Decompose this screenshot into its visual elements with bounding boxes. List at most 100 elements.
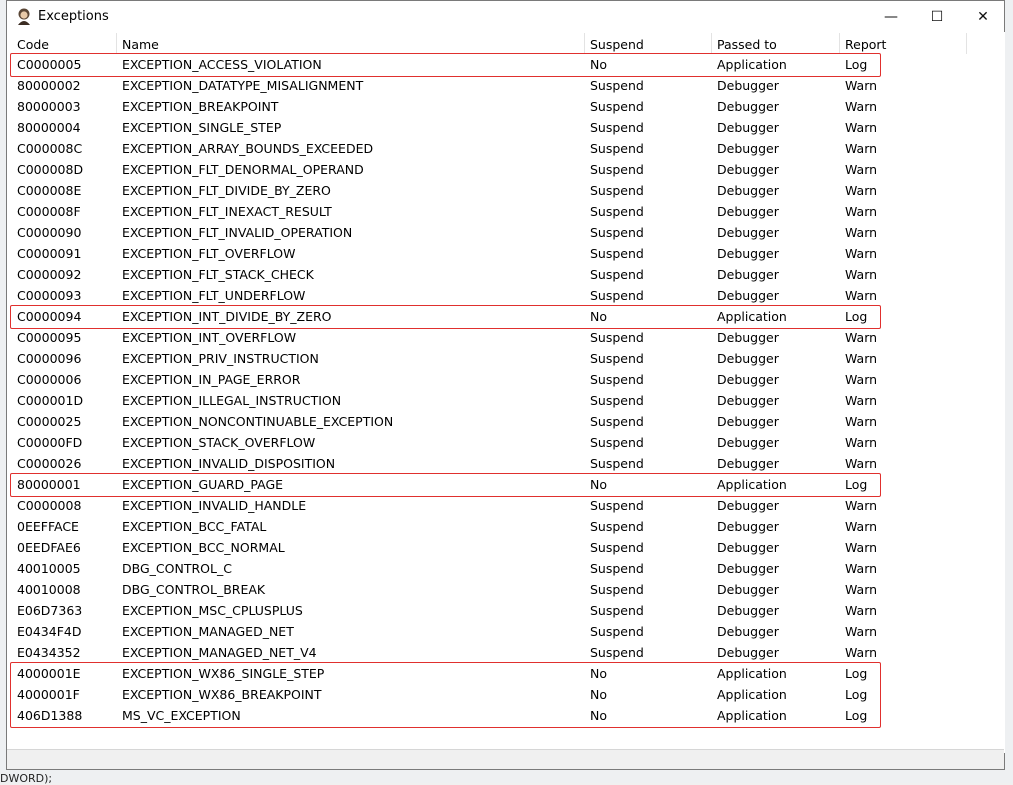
cell-name: EXCEPTION_BREAKPOINT [122, 99, 279, 114]
cell-passed-to: Debugger [717, 120, 779, 135]
cell-report: Warn [845, 78, 878, 93]
cell-suspend: Suspend [590, 645, 644, 660]
cell-code: C000008F [17, 204, 81, 219]
table-row[interactable]: 0EEDFAE6 EXCEPTION_BCC_NORMAL Suspend Debug… [12, 537, 1005, 558]
cell-name: EXCEPTION_FLT_OVERFLOW [122, 246, 296, 261]
cell-code: C0000093 [17, 288, 82, 303]
cell-passed-to: Debugger [717, 330, 779, 345]
cell-name: EXCEPTION_ACCESS_VIOLATION [122, 57, 322, 72]
table-row[interactable]: C0000092 EXCEPTION_FLT_STACK_CHECK Suspend… [12, 264, 1005, 285]
cell-name: EXCEPTION_INT_OVERFLOW [122, 330, 297, 345]
cell-code: 406D1388 [17, 708, 83, 723]
table-row[interactable]: 406D1388 MS_VC_EXCEPTION No Application Log [12, 705, 1005, 726]
cell-name: EXCEPTION_INVALID_HANDLE [122, 498, 307, 513]
exceptions-list[interactable]: Code Name Suspend Passed to Report C0000… [10, 32, 1005, 753]
cell-report: Warn [845, 582, 878, 597]
cell-suspend: Suspend [590, 540, 644, 555]
column-header-passed-to[interactable]: Passed to [712, 33, 840, 54]
cell-code: 40010008 [17, 582, 81, 597]
cell-report: Log [845, 708, 868, 723]
table-row[interactable]: 80000003 EXCEPTION_BREAKPOINT Suspend Debug… [12, 96, 1005, 117]
column-header-code[interactable]: Code [12, 33, 117, 54]
table-row[interactable]: C0000090 EXCEPTION_FLT_INVALID_OPERATION S… [12, 222, 1005, 243]
column-header-name[interactable]: Name [117, 33, 585, 54]
cell-code: C0000005 [17, 57, 82, 72]
cell-suspend: Suspend [590, 414, 644, 429]
cell-code: 80000002 [17, 78, 81, 93]
cell-report: Warn [845, 393, 878, 408]
cell-suspend: No [590, 687, 607, 702]
table-row[interactable]: C000008F EXCEPTION_FLT_INEXACT_RESULT Susp… [12, 201, 1005, 222]
cell-passed-to: Debugger [717, 351, 779, 366]
cell-suspend: Suspend [590, 288, 644, 303]
cell-suspend: No [590, 57, 607, 72]
title-bar[interactable]: Exceptions — ☐ ✕ [7, 1, 1004, 32]
cell-name: EXCEPTION_DATATYPE_MISALIGNMENT [122, 78, 364, 93]
cell-name: EXCEPTION_FLT_UNDERFLOW [122, 288, 306, 303]
close-icon: ✕ [977, 8, 989, 25]
cell-suspend: Suspend [590, 603, 644, 618]
table-row[interactable]: C0000005 EXCEPTION_ACCESS_VIOLATION No Appl… [12, 54, 1005, 75]
table-row[interactable]: C0000093 EXCEPTION_FLT_UNDERFLOW Suspend De… [12, 285, 1005, 306]
cell-passed-to: Application [717, 57, 787, 72]
cell-passed-to: Debugger [717, 183, 779, 198]
cell-passed-to: Debugger [717, 645, 779, 660]
cell-code: E0434F4D [17, 624, 82, 639]
cell-passed-to: Debugger [717, 519, 779, 534]
table-row[interactable]: 40010005 DBG_CONTROL_C Suspend Debugger Warn [12, 558, 1005, 579]
cell-report: Warn [845, 162, 878, 177]
table-row[interactable]: C0000091 EXCEPTION_FLT_OVERFLOW Suspend Deb… [12, 243, 1005, 264]
cell-code: 40010005 [17, 561, 81, 576]
cell-passed-to: Debugger [717, 246, 779, 261]
table-row[interactable]: C0000006 EXCEPTION_IN_PAGE_ERROR Suspend De… [12, 369, 1005, 390]
minimize-button[interactable]: — [868, 1, 914, 32]
table-row[interactable]: C0000094 EXCEPTION_INT_DIVIDE_BY_ZERO No Ap… [12, 306, 1005, 327]
table-row[interactable]: 80000001 EXCEPTION_GUARD_PAGE No Applicatio… [12, 474, 1005, 495]
column-header-suspend[interactable]: Suspend [585, 33, 712, 54]
table-row[interactable]: 4000001E EXCEPTION_WX86_SINGLE_STEP No Appl… [12, 663, 1005, 684]
cell-passed-to: Debugger [717, 414, 779, 429]
cell-suspend: Suspend [590, 561, 644, 576]
cell-name: EXCEPTION_FLT_DENORMAL_OPERAND [122, 162, 364, 177]
cell-suspend: Suspend [590, 225, 644, 240]
table-row[interactable]: C0000025 EXCEPTION_NONCONTINUABLE_EXCEPTI… [12, 411, 1005, 432]
table-row[interactable]: 80000004 EXCEPTION_SINGLE_STEP Suspend Debu… [12, 117, 1005, 138]
cell-name: EXCEPTION_IN_PAGE_ERROR [122, 372, 301, 387]
cell-name: DBG_CONTROL_C [122, 561, 232, 576]
table-row[interactable]: C000008D EXCEPTION_FLT_DENORMAL_OPERAND Su… [12, 159, 1005, 180]
cell-report: Warn [845, 204, 878, 219]
close-button[interactable]: ✕ [960, 1, 1006, 32]
cell-name: EXCEPTION_SINGLE_STEP [122, 120, 282, 135]
table-row[interactable]: E06D7363 EXCEPTION_MSC_CPLUSPLUS Suspend De… [12, 600, 1005, 621]
maximize-button[interactable]: ☐ [914, 1, 960, 32]
table-row[interactable]: C000008E EXCEPTION_FLT_DIVIDE_BY_ZERO Susp… [12, 180, 1005, 201]
cell-code: C0000096 [17, 351, 82, 366]
table-row[interactable]: C000001D EXCEPTION_ILLEGAL_INSTRUCTION Sus… [12, 390, 1005, 411]
table-row[interactable]: C00000FD EXCEPTION_STACK_OVERFLOW Suspend D… [12, 432, 1005, 453]
cell-code: 4000001E [17, 666, 81, 681]
cell-report: Warn [845, 351, 878, 366]
table-row[interactable]: C000008C EXCEPTION_ARRAY_BOUNDS_EXCEEDED S… [12, 138, 1005, 159]
cell-code: C000008E [17, 183, 82, 198]
cell-name: EXCEPTION_NONCONTINUABLE_EXCEPTION [122, 414, 394, 429]
cell-name: EXCEPTION_MANAGED_NET [122, 624, 294, 639]
table-row[interactable]: 0EEFFACE EXCEPTION_BCC_FATAL Suspend Debugg… [12, 516, 1005, 537]
cell-passed-to: Application [717, 666, 787, 681]
cell-code: E06D7363 [17, 603, 83, 618]
table-row[interactable]: C0000008 EXCEPTION_INVALID_HANDLE Suspend D… [12, 495, 1005, 516]
minimize-icon: — [884, 8, 898, 25]
table-row[interactable]: 4000001F EXCEPTION_WX86_BREAKPOINT No Appli… [12, 684, 1005, 705]
cell-passed-to: Debugger [717, 225, 779, 240]
background-code-text: DWORD); [0, 772, 53, 785]
table-row[interactable]: 80000002 EXCEPTION_DATATYPE_MISALIGNMENT S… [12, 75, 1005, 96]
table-row[interactable]: E0434352 EXCEPTION_MANAGED_NET_V4 Suspend D… [12, 642, 1005, 663]
table-row[interactable]: C0000095 EXCEPTION_INT_OVERFLOW Suspend Deb… [12, 327, 1005, 348]
table-row[interactable]: E0434F4D EXCEPTION_MANAGED_NET Suspend Debu… [12, 621, 1005, 642]
cell-suspend: Suspend [590, 120, 644, 135]
table-row[interactable]: C0000096 EXCEPTION_PRIV_INSTRUCTION Suspen… [12, 348, 1005, 369]
table-row[interactable]: 40010008 DBG_CONTROL_BREAK Suspend Debugger… [12, 579, 1005, 600]
cell-report: Warn [845, 288, 878, 303]
column-header-report[interactable]: Report [840, 33, 967, 54]
cell-name: EXCEPTION_PRIV_INSTRUCTION [122, 351, 319, 366]
table-row[interactable]: C0000026 EXCEPTION_INVALID_DISPOSITION Sus… [12, 453, 1005, 474]
